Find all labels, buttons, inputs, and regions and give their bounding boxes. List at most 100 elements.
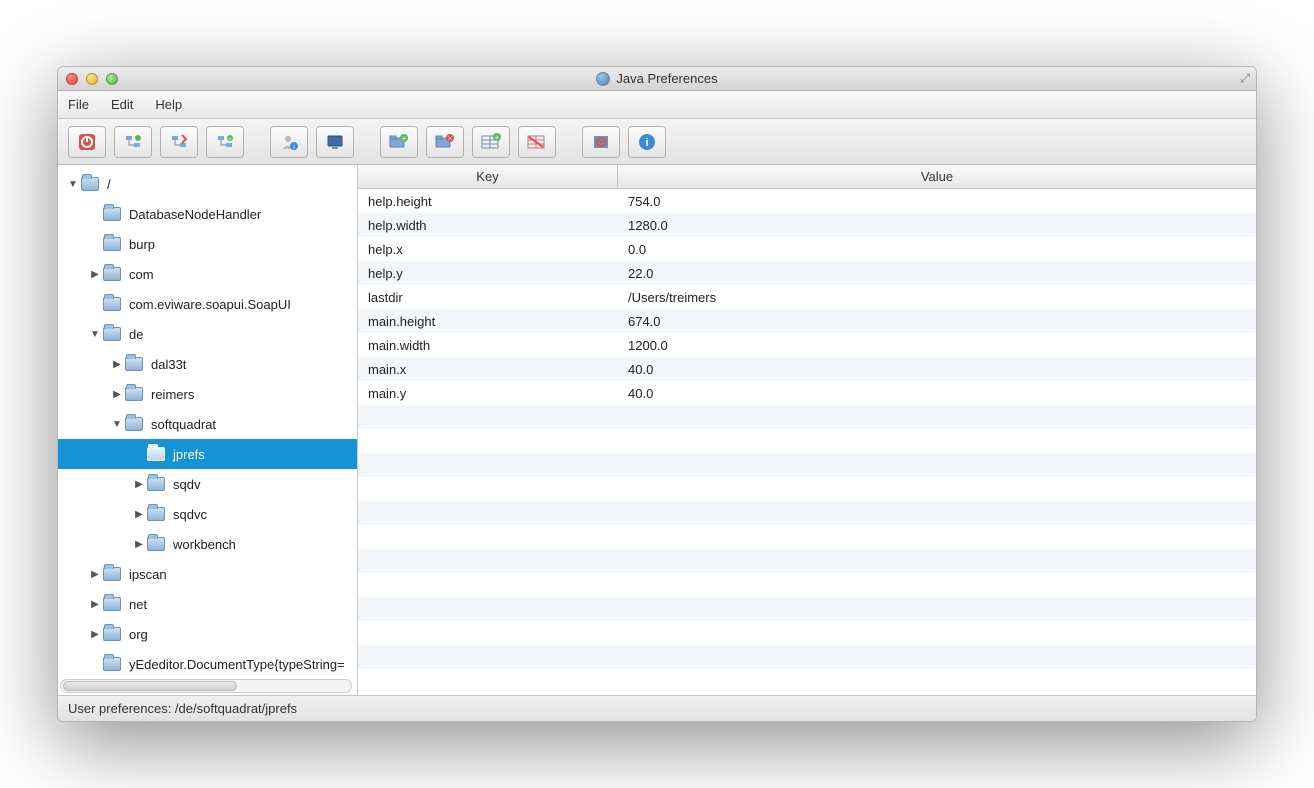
app-window: Java Preferences ⤢ File Edit Help + i + … — [57, 66, 1257, 722]
svg-text:+: + — [228, 137, 232, 143]
cell-value: 754.0 — [618, 194, 1256, 209]
caret-right-icon[interactable]: ▶ — [134, 509, 144, 520]
folder-icon — [147, 537, 165, 551]
table-row-empty[interactable] — [358, 597, 1256, 621]
caret-right-icon[interactable]: ▶ — [112, 359, 122, 370]
table-row[interactable]: main.y40.0 — [358, 381, 1256, 405]
folder-icon — [103, 237, 121, 251]
close-window-button[interactable] — [66, 73, 78, 85]
menu-help[interactable]: Help — [155, 97, 182, 112]
tree-horizontal-scrollbar[interactable] — [60, 679, 352, 693]
tree-node-burp[interactable]: burp — [58, 229, 357, 259]
column-header-key[interactable]: Key — [358, 165, 618, 188]
table-row-empty[interactable] — [358, 573, 1256, 597]
resize-icon[interactable]: ⤢ — [1240, 71, 1250, 86]
table-row[interactable]: help.x0.0 — [358, 237, 1256, 261]
tree-node-label: jprefs — [173, 447, 205, 462]
tree-add-icon[interactable] — [114, 126, 152, 158]
tree-node-dal33t[interactable]: ▶dal33t — [58, 349, 357, 379]
table-row-empty[interactable] — [358, 453, 1256, 477]
cell-key: help.width — [358, 218, 618, 233]
table-row-empty[interactable] — [358, 525, 1256, 549]
window-title: Java Preferences — [58, 71, 1256, 86]
table-row[interactable]: main.width1200.0 — [358, 333, 1256, 357]
tree-node-label: burp — [129, 237, 155, 252]
table-remove-icon[interactable] — [518, 126, 556, 158]
caret-down-icon[interactable]: ▼ — [90, 329, 100, 340]
tree-node-com[interactable]: ▶ com — [58, 259, 357, 289]
table-body[interactable]: help.height754.0help.width1280.0help.x0.… — [358, 189, 1256, 695]
tree-node-de[interactable]: ▼ de — [58, 319, 357, 349]
table-row[interactable]: help.width1280.0 — [358, 213, 1256, 237]
svg-text:i: i — [645, 137, 648, 149]
user-info-icon[interactable]: i — [270, 126, 308, 158]
tree-export-icon[interactable] — [160, 126, 198, 158]
caret-right-icon[interactable]: ▶ — [90, 569, 100, 580]
tree-refresh-icon[interactable]: + — [206, 126, 244, 158]
table-row-empty[interactable] — [358, 645, 1256, 669]
caret-right-icon[interactable]: ▶ — [90, 269, 100, 280]
table-row-empty[interactable] — [358, 621, 1256, 645]
tree-node-sqdvc[interactable]: ▶sqdvc — [58, 499, 357, 529]
table-row-empty[interactable] — [358, 549, 1256, 573]
monitor-icon[interactable] — [316, 126, 354, 158]
caret-down-icon[interactable]: ▼ — [112, 419, 122, 430]
tree-node-net[interactable]: ▶net — [58, 589, 357, 619]
table-row-empty[interactable] — [358, 429, 1256, 453]
titlebar[interactable]: Java Preferences ⤢ — [58, 67, 1256, 91]
table-row[interactable]: main.height674.0 — [358, 309, 1256, 333]
folder-icon — [125, 417, 143, 431]
table-row-empty[interactable] — [358, 669, 1256, 693]
tree-node-databasenodehandler[interactable]: DatabaseNodeHandler — [58, 199, 357, 229]
table-pane: Key Value help.height754.0help.width1280… — [358, 165, 1256, 695]
tree-node-sqdv[interactable]: ▶sqdv — [58, 469, 357, 499]
cell-value: 0.0 — [618, 242, 1256, 257]
caret-right-icon[interactable]: ▶ — [134, 539, 144, 550]
tree-node--[interactable]: ▼/ — [58, 169, 357, 199]
tree-node-com-eviware-soapui-soapui[interactable]: com.eviware.soapui.SoapUI — [58, 289, 357, 319]
table-add-icon[interactable]: + — [472, 126, 510, 158]
folder-icon — [103, 627, 121, 641]
minimize-window-button[interactable] — [86, 73, 98, 85]
table-row[interactable]: help.y22.0 — [358, 261, 1256, 285]
column-header-value[interactable]: Value — [618, 165, 1256, 188]
table-row[interactable]: help.height754.0 — [358, 189, 1256, 213]
tree-node-label: com.eviware.soapui.SoapUI — [129, 297, 291, 312]
info-icon[interactable]: i — [628, 126, 666, 158]
caret-down-icon[interactable]: ▼ — [68, 179, 78, 190]
table-row[interactable]: lastdir/Users/treimers — [358, 285, 1256, 309]
folder-icon — [103, 597, 121, 611]
caret-right-icon[interactable]: ▶ — [90, 599, 100, 610]
table-row[interactable]: main.x40.0 — [358, 357, 1256, 381]
power-icon[interactable] — [68, 126, 106, 158]
target-icon[interactable] — [582, 126, 620, 158]
table-row-empty[interactable] — [358, 477, 1256, 501]
toolbar: + i + × + i — [58, 119, 1256, 165]
menubar: File Edit Help — [58, 91, 1256, 119]
caret-right-icon[interactable]: ▶ — [134, 479, 144, 490]
tree-node-workbench[interactable]: ▶workbench — [58, 529, 357, 559]
folder-remove-icon[interactable]: × — [426, 126, 464, 158]
tree-pane[interactable]: ▼/DatabaseNodeHandler burp ▶ com com.eviware… — [58, 165, 358, 695]
tree-node-label: de — [129, 327, 143, 342]
tree-node-yededitor-documenttype-typestring-[interactable]: yEdeditor.DocumentType{typeString= — [58, 649, 357, 679]
tree-node-org[interactable]: ▶org — [58, 619, 357, 649]
tree-node-ipscan[interactable]: ▶ipscan — [58, 559, 357, 589]
caret-right-icon[interactable]: ▶ — [90, 629, 100, 640]
window-title-text: Java Preferences — [616, 71, 717, 86]
cell-value: 40.0 — [618, 386, 1256, 401]
tree-node-reimers[interactable]: ▶reimers — [58, 379, 357, 409]
caret-right-icon[interactable]: ▶ — [112, 389, 122, 400]
cell-key: main.width — [358, 338, 618, 353]
tree-node-jprefs[interactable]: jprefs — [58, 439, 357, 469]
zoom-window-button[interactable] — [106, 73, 118, 85]
status-text: User preferences: /de/softquadrat/jprefs — [68, 701, 297, 716]
tree-node-label: com — [129, 267, 154, 282]
scrollbar-thumb[interactable] — [63, 681, 237, 691]
menu-file[interactable]: File — [68, 97, 89, 112]
menu-edit[interactable]: Edit — [111, 97, 133, 112]
table-row-empty[interactable] — [358, 501, 1256, 525]
folder-add-icon[interactable]: + — [380, 126, 418, 158]
tree-node-softquadrat[interactable]: ▼softquadrat — [58, 409, 357, 439]
table-row-empty[interactable] — [358, 405, 1256, 429]
